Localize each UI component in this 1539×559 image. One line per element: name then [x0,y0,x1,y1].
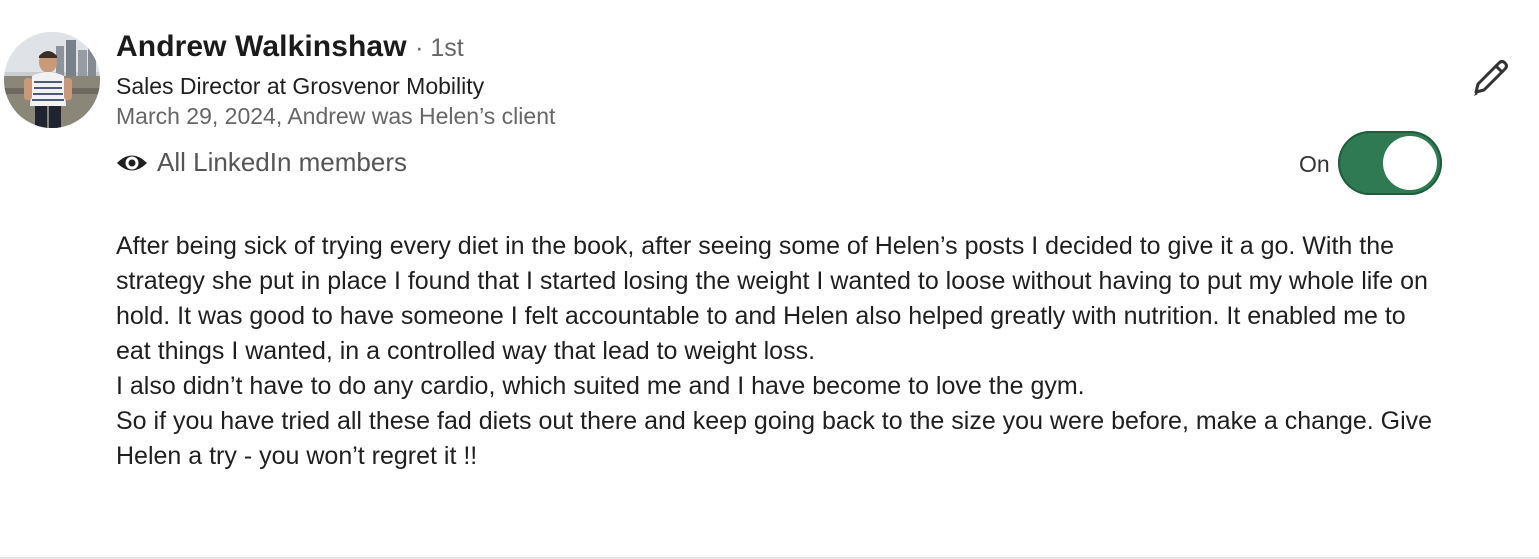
recommendation-meta: March 29, 2024, Andrew was Helen’s clien… [116,103,556,129]
author-name-row: Andrew Walkinshaw · 1st [116,30,464,64]
avatar[interactable] [4,32,100,128]
connection-degree: · 1st [415,34,464,62]
visibility-toggle[interactable] [1338,131,1442,195]
recommendation-paragraph: I also didn’t have to do any cardio, whi… [116,372,1085,400]
author-headline: Sales Director at Grosvenor Mobility [116,73,485,99]
visibility-setting: All LinkedIn members [116,147,407,178]
visibility-label: All LinkedIn members [157,147,407,177]
author-name[interactable]: Andrew Walkinshaw [116,30,407,63]
toggle-knob [1383,136,1437,190]
toggle-label: On [1299,151,1330,177]
recommendation-card: Andrew Walkinshaw · 1st Sales Director a… [0,0,1539,559]
recommendation-paragraph: So if you have tried all these fad diets… [116,407,1433,470]
recommendation-text: After being sick of trying every diet in… [116,229,1436,474]
eye-icon [116,152,148,174]
recommendation-paragraph: After being sick of trying every diet in… [116,232,1428,365]
edit-button[interactable] [1466,56,1514,104]
pencil-icon [1468,56,1512,105]
